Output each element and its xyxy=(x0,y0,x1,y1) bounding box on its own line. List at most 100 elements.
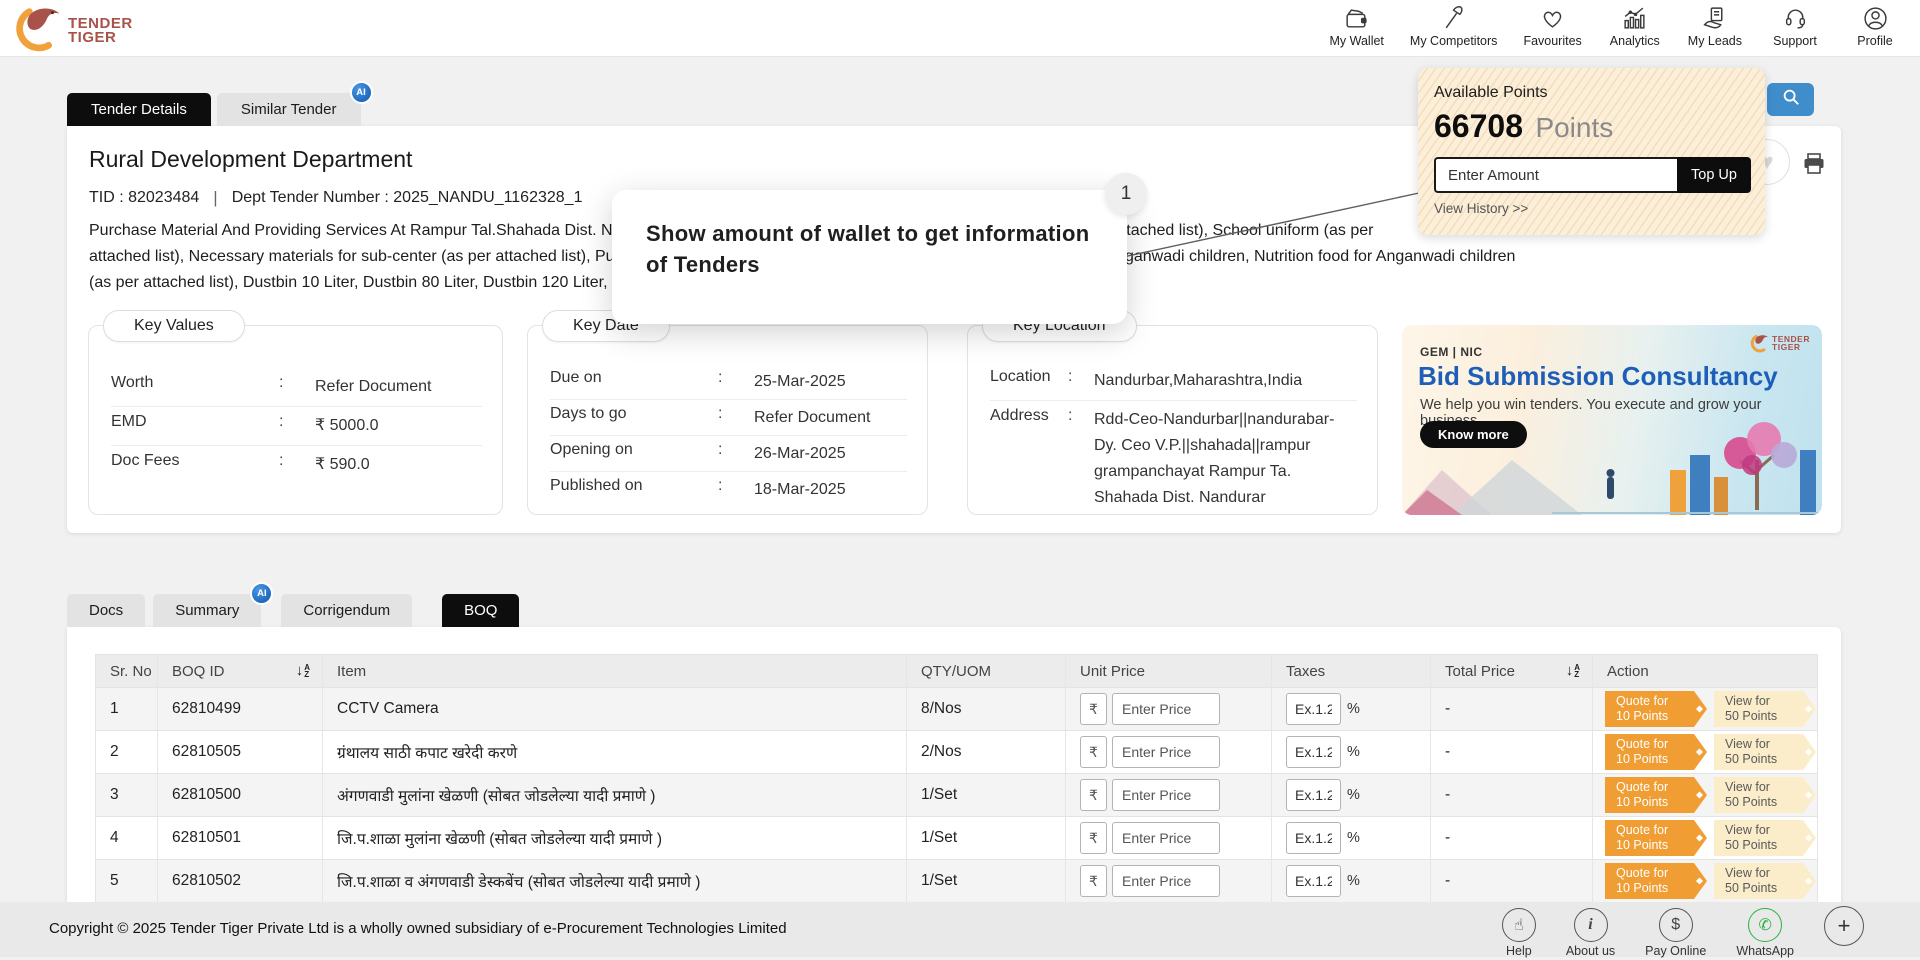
cell-boq-id: 62810502 xyxy=(158,860,323,902)
amount-input[interactable] xyxy=(1434,157,1677,193)
tax-input[interactable] xyxy=(1286,779,1341,811)
row-label: Days to go xyxy=(550,405,718,423)
expand-plus-button[interactable]: + xyxy=(1824,906,1864,946)
cell-action: Quote for10 Points View for50 Points xyxy=(1593,688,1819,730)
sort-icon[interactable]: ↓AZ xyxy=(296,664,310,678)
nav-label: Favourites xyxy=(1523,34,1581,48)
tab-docs[interactable]: Docs xyxy=(67,594,145,627)
tab-summary[interactable]: Summary AI xyxy=(153,594,261,627)
tab-similar-tender[interactable]: Similar Tender AI xyxy=(217,93,361,126)
tab-label: Docs xyxy=(89,602,123,619)
view-history-link[interactable]: View History >> xyxy=(1434,201,1528,216)
price-input[interactable] xyxy=(1112,736,1220,768)
cell-item: ग्रंथालय साठी कपाट खरेदी करणे xyxy=(323,731,907,773)
whatsapp-icon: ✆ xyxy=(1748,908,1782,942)
brand-logo[interactable]: TENDERTIGER xyxy=(14,3,133,58)
top-up-button[interactable]: Top Up xyxy=(1677,157,1751,193)
search-button[interactable] xyxy=(1767,83,1814,116)
ai-badge: AI xyxy=(350,81,373,104)
nav-support[interactable]: Support xyxy=(1768,5,1822,48)
row-value: 26-Mar-2025 xyxy=(754,441,907,467)
dept-tender-number: Dept Tender Number : 2025_NANDU_1162328_… xyxy=(232,189,583,207)
tax-input[interactable] xyxy=(1286,822,1341,854)
table-row: 1 62810499 CCTV Camera 8/Nos ₹ % - Quote… xyxy=(96,688,1817,731)
row-colon: : xyxy=(1068,368,1094,386)
table-header-row: Sr. No BOQ ID ↓AZ Item QTY/UOM Unit Pric… xyxy=(96,655,1817,688)
sort-icon[interactable]: ↓AZ xyxy=(1566,664,1580,678)
tiger-logo-icon xyxy=(14,3,64,58)
nav-favourites[interactable]: Favourites xyxy=(1523,5,1581,48)
bid-consultancy-banner[interactable]: GEM | NIC Bid Submission Consultancy We … xyxy=(1402,325,1822,515)
department-title: Rural Development Department xyxy=(89,146,412,173)
nav-analytics[interactable]: Analytics xyxy=(1608,5,1662,48)
price-input[interactable] xyxy=(1112,822,1220,854)
percent-sign: % xyxy=(1347,873,1360,889)
nav-my-wallet[interactable]: My Wallet xyxy=(1330,5,1384,48)
cell-taxes: % xyxy=(1272,688,1431,730)
copyright-text: Copyright © 2025 Tender Tiger Private Lt… xyxy=(49,920,787,937)
key-date-row: Published on : 18-Mar-2025 xyxy=(550,472,907,507)
footer: Copyright © 2025 Tender Tiger Private Lt… xyxy=(0,902,1920,957)
boq-table: Sr. No BOQ ID ↓AZ Item QTY/UOM Unit Pric… xyxy=(95,654,1818,903)
headset-icon xyxy=(1782,5,1809,32)
banner-brand-logo: TENDERTIGER xyxy=(1750,333,1810,353)
footer-pay-online[interactable]: $ Pay Online xyxy=(1645,908,1706,958)
banner-brand-name: TENDERTIGER xyxy=(1772,335,1810,351)
key-values-title: Key Values xyxy=(103,310,245,342)
nav-profile[interactable]: Profile xyxy=(1848,5,1902,48)
quote-button[interactable]: Quote for10 Points xyxy=(1605,691,1707,727)
nav-my-leads[interactable]: My Leads xyxy=(1688,5,1742,48)
nav-label: Profile xyxy=(1857,34,1892,48)
quote-button[interactable]: Quote for10 Points xyxy=(1605,734,1707,770)
price-input[interactable] xyxy=(1112,693,1220,725)
analytics-icon xyxy=(1621,5,1648,32)
view-button[interactable]: View for50 Points xyxy=(1714,863,1816,899)
row-label: Opening on xyxy=(550,441,718,459)
tid-value: TID : 82023484 xyxy=(89,189,199,207)
footer-help[interactable]: ☝ Help xyxy=(1502,908,1536,958)
key-value-row: Worth : Refer Document xyxy=(111,368,482,407)
row-label: Doc Fees xyxy=(111,452,279,470)
table-row: 5 62810502 जि.प.शाळा व अंगणवाडी डेस्कबें… xyxy=(96,860,1817,903)
available-points-title: Available Points xyxy=(1434,84,1751,102)
tab-corrigendum[interactable]: Corrigendum xyxy=(281,594,412,627)
cell-qty: 2/Nos xyxy=(907,731,1066,773)
print-icon[interactable] xyxy=(1800,150,1828,183)
tax-input[interactable] xyxy=(1286,865,1341,897)
tab-boq[interactable]: BOQ xyxy=(442,594,519,627)
key-location-panel: Key Location Location : Nandurbar,Mahara… xyxy=(967,325,1378,515)
tax-input[interactable] xyxy=(1286,693,1341,725)
footer-about-us[interactable]: i About us xyxy=(1566,908,1615,958)
cell-sr: 2 xyxy=(96,731,158,773)
header-sr-no: Sr. No xyxy=(96,655,158,687)
quote-button[interactable]: Quote for10 Points xyxy=(1605,777,1707,813)
footer-whatsapp[interactable]: ✆ WhatsApp xyxy=(1736,908,1794,958)
quote-button[interactable]: Quote for10 Points xyxy=(1605,820,1707,856)
cell-total: - xyxy=(1431,731,1593,773)
row-colon: : xyxy=(1068,407,1094,425)
tax-input[interactable] xyxy=(1286,736,1341,768)
wallet-icon xyxy=(1343,5,1370,32)
row-value: Refer Document xyxy=(315,374,482,400)
cell-unit-price: ₹ xyxy=(1066,774,1272,816)
row-label: Due on xyxy=(550,369,718,387)
banner-tag: GEM | NIC xyxy=(1420,345,1483,359)
cell-sr: 5 xyxy=(96,860,158,902)
quote-button[interactable]: Quote for10 Points xyxy=(1605,863,1707,899)
price-input[interactable] xyxy=(1112,865,1220,897)
view-button[interactable]: View for50 Points xyxy=(1714,820,1816,856)
price-input[interactable] xyxy=(1112,779,1220,811)
nav-my-competitors[interactable]: My Competitors xyxy=(1410,5,1498,48)
row-label: Published on xyxy=(550,477,718,495)
percent-sign: % xyxy=(1347,744,1360,760)
know-more-button[interactable]: Know more xyxy=(1420,421,1527,448)
percent-sign: % xyxy=(1347,830,1360,846)
boq-table-card: Sr. No BOQ ID ↓AZ Item QTY/UOM Unit Pric… xyxy=(67,627,1841,927)
cell-sr: 1 xyxy=(96,688,158,730)
view-button[interactable]: View for50 Points xyxy=(1714,734,1816,770)
view-button[interactable]: View for50 Points xyxy=(1714,777,1816,813)
view-button[interactable]: View for50 Points xyxy=(1714,691,1816,727)
tab-tender-details[interactable]: Tender Details xyxy=(67,93,211,126)
nav-label: Support xyxy=(1773,34,1817,48)
header-action: Action xyxy=(1593,655,1819,687)
